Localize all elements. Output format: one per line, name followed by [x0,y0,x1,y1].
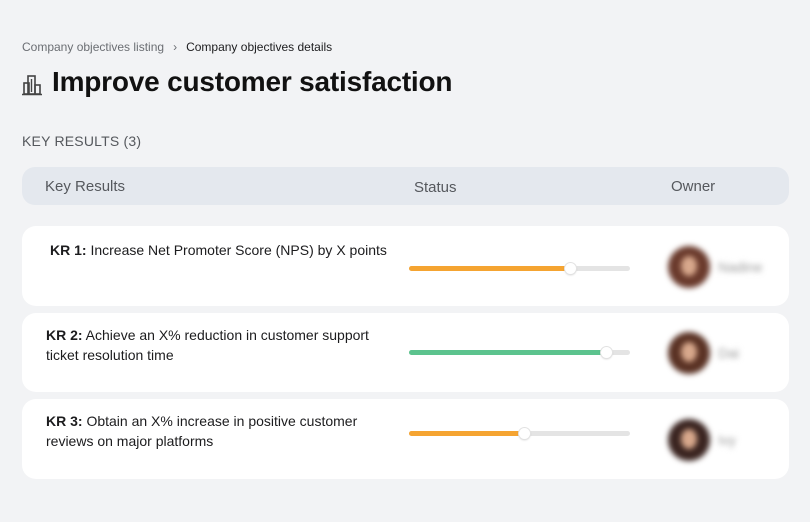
breadcrumb-parent-link[interactable]: Company objectives listing [22,40,164,54]
avatar [668,246,710,288]
table-header: Key Results Status Owner [22,167,789,205]
owner[interactable]: Nadine [668,246,762,288]
progress-fill [409,266,571,271]
building-icon [22,75,42,96]
key-result-id: KR 3: [46,413,83,429]
owner[interactable]: Ivy [668,419,736,461]
key-result-description: Obtain an X% increase in positive custom… [46,413,358,449]
breadcrumb-current: Company objectives details [186,40,333,54]
avatar [668,419,710,461]
key-result-description: Achieve an X% reduction in customer supp… [46,327,369,363]
page-title: Improve customer satisfaction [52,66,453,97]
progress-knob[interactable] [600,347,612,358]
section-label: KEY RESULTS (3) [22,133,142,149]
key-result-row[interactable]: KR 1: Increase Net Promoter Score (NPS) … [22,226,789,306]
owner-name: Nadine [718,259,763,275]
column-header-owner: Owner [671,178,716,195]
owner-name: Dai [718,345,740,361]
column-header-key-results: Key Results [45,178,126,195]
progress-knob[interactable] [565,263,577,274]
progress-bar [409,347,630,358]
breadcrumb: Company objectives listing › Company obj… [22,40,332,54]
owner-name: Ivy [718,432,736,448]
key-result-row[interactable]: KR 3: Obtain an X% increase in positive … [22,399,789,479]
progress-knob[interactable] [518,428,530,439]
owner[interactable]: Dai [668,332,739,374]
avatar [668,332,710,374]
key-result-id: KR 1: [50,242,87,258]
page-header: Improve customer satisfaction [22,66,453,98]
progress-fill [409,350,606,355]
key-result-row[interactable]: KR 2: Achieve an X% reduction in custome… [22,313,789,392]
key-result-text: KR 2: Achieve an X% reduction in custome… [46,325,386,365]
key-result-text: KR 3: Obtain an X% increase in positive … [46,411,386,451]
key-result-id: KR 2: [46,327,83,343]
progress-bar [409,428,630,439]
key-result-text: KR 1: Increase Net Promoter Score (NPS) … [50,240,390,260]
progress-fill [409,431,524,436]
progress-bar [409,263,630,274]
key-result-description: Increase Net Promoter Score (NPS) by X p… [86,242,387,258]
breadcrumb-chevron-icon: › [173,40,178,54]
column-header-status: Status [414,179,457,196]
